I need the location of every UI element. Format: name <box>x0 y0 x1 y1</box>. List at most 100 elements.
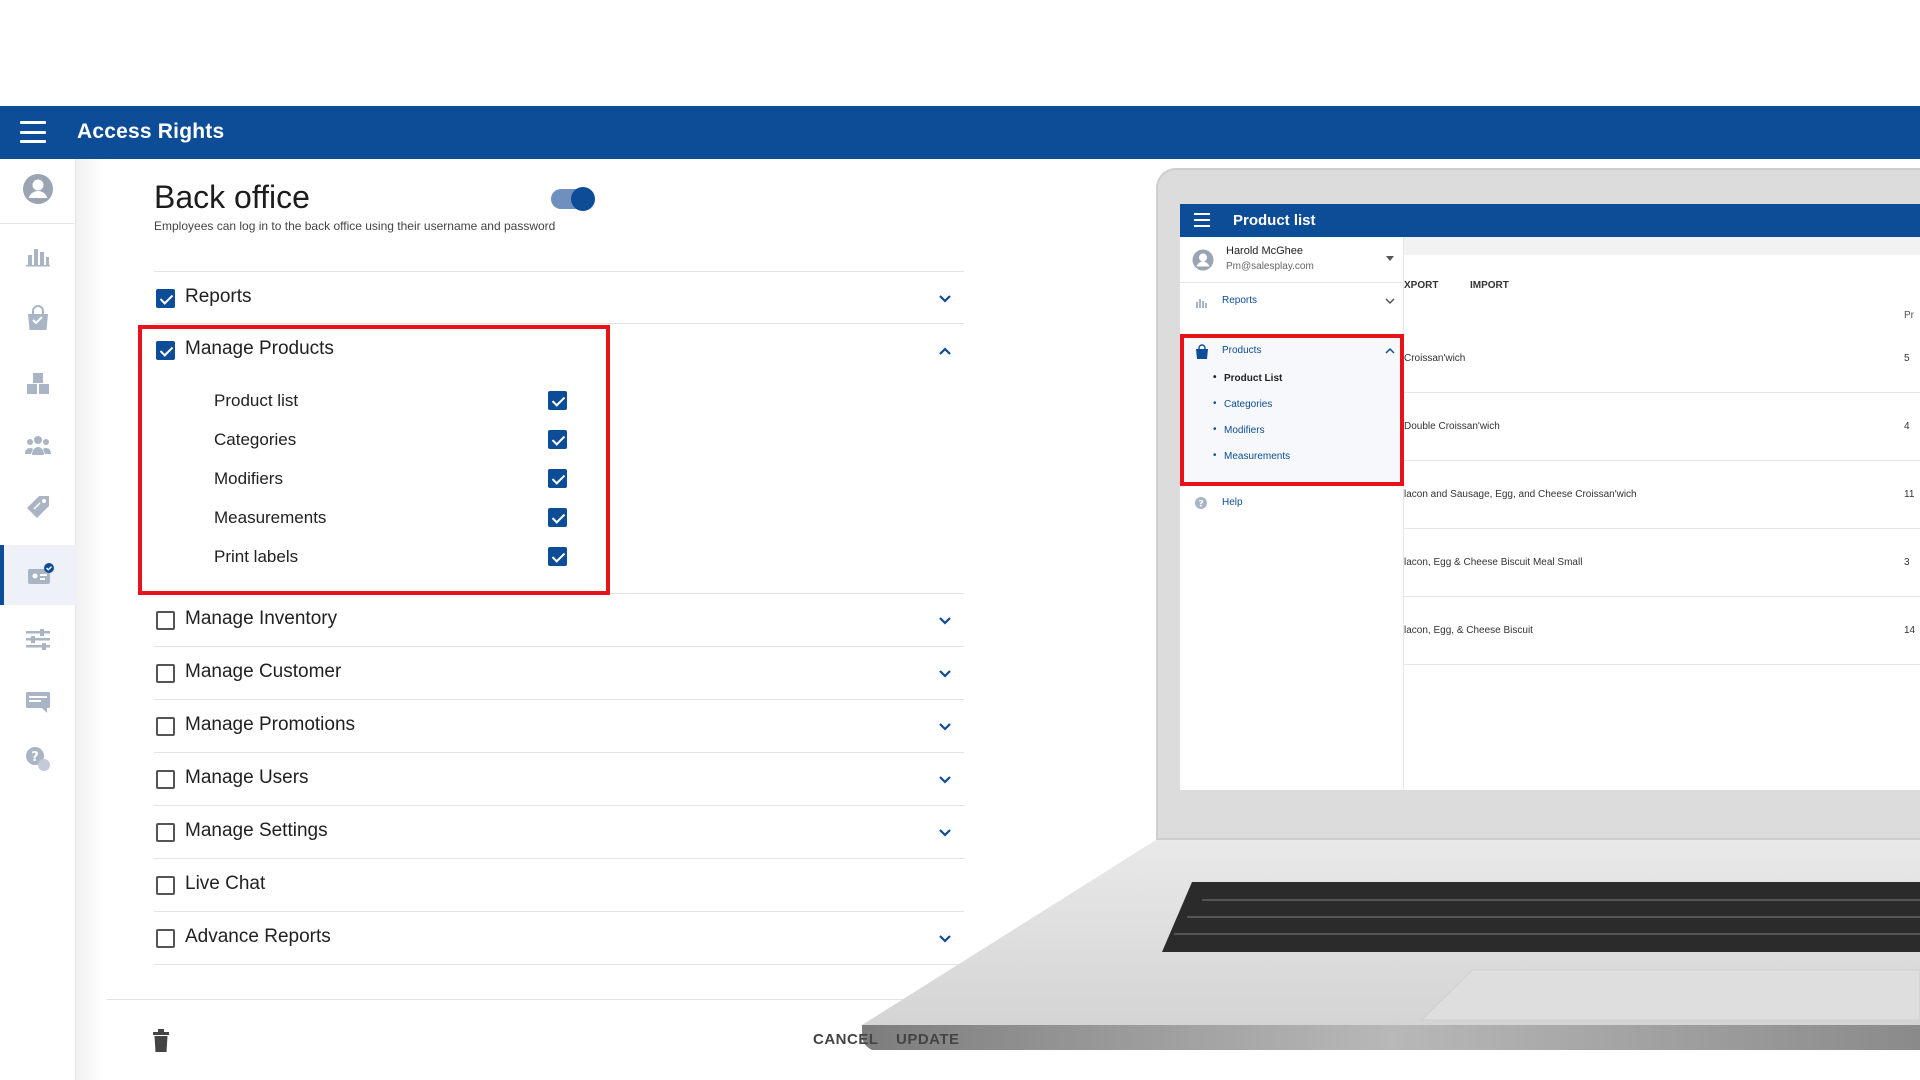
manage-customer-checkbox[interactable] <box>156 664 175 683</box>
update-button[interactable]: UPDATE <box>896 1031 960 1048</box>
rail-divider <box>0 223 76 224</box>
row-value: 5 <box>1904 353 1910 364</box>
measurements-checkbox[interactable] <box>548 508 567 527</box>
mini-sub-categories: Categories <box>1213 398 1272 410</box>
permission-live-chat: Live Chat <box>154 859 964 912</box>
permission-label: Reports <box>185 286 252 307</box>
boxes-icon[interactable] <box>0 353 76 413</box>
sub-permission-label: Product list <box>214 391 299 410</box>
advance-reports-checkbox[interactable] <box>156 929 175 948</box>
app-bar: Access Rights <box>0 106 1920 159</box>
svg-text:?: ? <box>1198 500 1203 510</box>
sub-permission-label: Categories <box>214 430 297 449</box>
permission-advance-reports: Advance Reports <box>154 912 964 965</box>
table-row: Double Croissan'wich 4 <box>1404 393 1920 461</box>
panel-shadow <box>76 159 106 1080</box>
id-card-icon[interactable] <box>0 545 76 605</box>
permission-manage-promotions: Manage Promotions <box>154 700 964 753</box>
chevron-down-icon <box>1385 298 1395 305</box>
laptop-screen: Product list Harold McGhee Pm@salesplay.… <box>1180 204 1920 790</box>
mini-nav-products: Products <box>1180 337 1404 367</box>
row-value: 14 <box>1904 625 1916 636</box>
manage-products-checkbox[interactable] <box>156 341 175 360</box>
sliders-icon[interactable] <box>0 609 76 669</box>
row-name: Double Croissan'wich <box>1404 421 1500 432</box>
mini-user-name: Harold McGhee <box>1226 245 1304 257</box>
mini-export-button: XPORT <box>1404 280 1439 291</box>
live-chat-checkbox[interactable] <box>156 876 175 895</box>
mini-main: XPORT IMPORT Pr Croissan'wich 5 Double C… <box>1404 237 1920 790</box>
permission-label: Manage Settings <box>185 820 328 841</box>
mini-nav-label: Reports <box>1222 295 1258 306</box>
product-list-checkbox[interactable] <box>548 391 567 410</box>
tag-icon[interactable] <box>0 477 76 537</box>
help-icon[interactable]: ? <box>0 729 76 789</box>
mini-sub-product-list: Product List <box>1213 372 1282 384</box>
screen: Access Rights ? Back office Employees ca… <box>0 0 1920 1080</box>
sub-permission-label: Measurements <box>214 508 327 527</box>
page-title: Access Rights <box>77 120 225 143</box>
reports-checkbox[interactable] <box>156 289 175 308</box>
user-circle-icon <box>1192 249 1214 271</box>
people-icon[interactable] <box>0 415 76 475</box>
mini-import-button: IMPORT <box>1470 280 1509 291</box>
mini-main-strip <box>1404 237 1920 255</box>
mini-page-title: Product list <box>1233 212 1316 229</box>
back-office-toggle[interactable] <box>551 187 595 211</box>
mini-nav-label: Products <box>1222 345 1262 356</box>
cancel-button[interactable]: CANCEL <box>813 1031 879 1048</box>
manage-promotions-checkbox[interactable] <box>156 717 175 736</box>
menu-icon <box>1194 213 1210 227</box>
modifiers-checkbox[interactable] <box>548 469 567 488</box>
row-name: lacon, Egg, & Cheese Biscuit <box>1404 625 1533 636</box>
mini-nav-label: Help <box>1222 497 1243 508</box>
section-title: Back office <box>154 179 310 215</box>
permission-reports: Reports <box>154 271 964 324</box>
categories-checkbox[interactable] <box>548 430 567 449</box>
permission-label: Advance Reports <box>185 926 331 947</box>
manage-users-checkbox[interactable] <box>156 770 175 789</box>
permission-manage-customer: Manage Customer <box>154 647 964 700</box>
row-value: 4 <box>1904 421 1910 432</box>
row-name: Croissan'wich <box>1404 353 1466 364</box>
mini-sub-modifiers: Modifiers <box>1213 424 1264 436</box>
mini-sub-measurements: Measurements <box>1213 450 1290 462</box>
permission-manage-settings: Manage Settings <box>154 806 964 859</box>
trash-icon[interactable] <box>150 1029 172 1053</box>
bar-chart-icon[interactable] <box>0 225 76 285</box>
mini-app-bar: Product list <box>1180 204 1920 237</box>
sub-permission-label: Modifiers <box>214 469 283 488</box>
menu-icon[interactable] <box>20 121 46 143</box>
nav-rail: ? <box>0 159 76 1080</box>
bar-chart-icon <box>1196 299 1207 308</box>
sub-permission-label: Print labels <box>214 547 299 566</box>
table-row: lacon, Egg, & Cheese Biscuit 14 <box>1404 597 1920 665</box>
mini-sidebar: Harold McGhee Pm@salesplay.com Reports P… <box>1180 237 1404 790</box>
table-row: lacon and Sausage, Egg, and Cheese Crois… <box>1404 461 1920 529</box>
message-icon[interactable] <box>0 671 76 731</box>
mini-nav-help: ? Help <box>1180 489 1404 519</box>
mini-nav-reports: Reports <box>1180 287 1404 317</box>
chevron-up-icon <box>1385 347 1395 354</box>
row-name: lacon, Egg & Cheese Biscuit Meal Small <box>1404 557 1583 568</box>
table-row: Croissan'wich 5 <box>1404 325 1920 393</box>
sub-permission-print-labels: Print labels <box>214 538 574 576</box>
sub-permission-measurements: Measurements <box>214 499 574 537</box>
print-labels-checkbox[interactable] <box>548 547 567 566</box>
user-circle-icon[interactable] <box>0 159 76 219</box>
permission-label: Manage Promotions <box>185 714 356 735</box>
permission-manage-inventory: Manage Inventory <box>154 594 964 647</box>
permission-label: Manage Users <box>185 767 309 788</box>
permission-label: Manage Inventory <box>185 608 338 629</box>
mini-user-email: Pm@salesplay.com <box>1226 261 1314 272</box>
shopping-bag-icon <box>1196 344 1208 359</box>
sub-permission-modifiers: Modifiers <box>214 460 574 498</box>
permission-label: Live Chat <box>185 873 266 894</box>
shopping-bag-icon[interactable] <box>0 289 76 349</box>
manage-settings-checkbox[interactable] <box>156 823 175 842</box>
table-row: lacon, Egg & Cheese Biscuit Meal Small 3 <box>1404 529 1920 597</box>
manage-inventory-checkbox[interactable] <box>156 611 175 630</box>
laptop-illustration: Product list Harold McGhee Pm@salesplay.… <box>862 168 1920 1080</box>
help-icon: ? <box>1195 497 1207 510</box>
permission-manage-users: Manage Users <box>154 753 964 806</box>
